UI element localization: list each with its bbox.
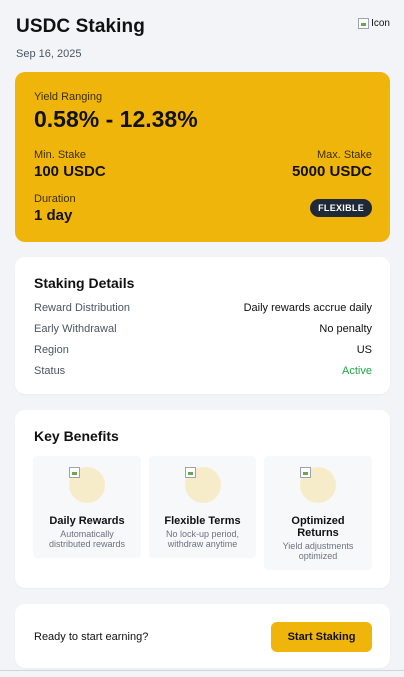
staking-details-card: Staking Details Reward Distribution Dail… xyxy=(15,257,390,394)
key-benefits-card: Key Benefits Daily Rewards Automatically… xyxy=(15,410,390,588)
header: USDC Staking Sep 16, 2025 Icon xyxy=(16,16,390,60)
details-value: No penalty xyxy=(319,323,372,335)
yield-label: Yield Ranging xyxy=(34,91,103,103)
details-value: US xyxy=(356,344,372,356)
benefit-daily-rewards: Daily Rewards Automatically distributed … xyxy=(33,456,141,558)
benefit-name: Flexible Terms xyxy=(164,515,241,527)
bottom-divider xyxy=(0,670,404,671)
details-key: Status xyxy=(34,365,66,377)
max-stake-value: 5000 USDC xyxy=(291,163,372,180)
min-stake-value: 100 USDC xyxy=(34,163,106,180)
benefit-desc: Yield adjustments optimized xyxy=(282,541,354,561)
benefit-icon-circle xyxy=(184,467,221,503)
duration-label: Duration xyxy=(34,193,76,205)
cta-text: Ready to start earning? xyxy=(34,631,149,643)
benefit-icon-circle xyxy=(300,467,336,503)
cta-card: Ready to start earning? Start Staking xyxy=(15,604,390,668)
benefit-flexible-terms: Flexible Terms No lock-up period, withdr… xyxy=(149,456,256,558)
page: USDC Staking Sep 16, 2025 Icon Yield Ran… xyxy=(0,0,404,677)
details-value: Daily rewards accrue daily xyxy=(243,302,372,314)
header-icon[interactable]: Icon xyxy=(358,18,390,29)
details-row: Status Active xyxy=(34,365,372,377)
details-key: Early Withdrawal xyxy=(34,323,117,335)
benefit-name: Optimized Returns xyxy=(291,515,345,539)
flexible-badge: FLEXIBLE xyxy=(310,199,372,217)
page-title: USDC Staking xyxy=(16,16,145,37)
status-active-value: Active xyxy=(342,365,372,377)
benefit-name: Daily Rewards xyxy=(49,515,125,527)
details-row: Region US xyxy=(34,344,372,356)
min-stake-label: Min. Stake xyxy=(34,149,86,161)
broken-image-icon xyxy=(300,467,311,478)
broken-image-icon xyxy=(69,467,80,478)
details-row: Reward Distribution Daily rewards accrue… xyxy=(34,302,372,314)
header-icon-alt: Icon xyxy=(371,18,390,29)
details-key: Reward Distribution xyxy=(34,302,130,314)
yield-card: Yield Ranging 0.58% - 12.38% Min. Stake … xyxy=(15,72,390,242)
start-staking-button[interactable]: Start Staking xyxy=(271,622,372,652)
benefit-icon-circle xyxy=(69,467,105,503)
key-benefits-title: Key Benefits xyxy=(34,428,119,444)
benefit-desc: No lock-up period, withdraw anytime xyxy=(165,529,240,549)
benefit-desc: Automatically distributed rewards xyxy=(48,529,126,549)
broken-image-icon xyxy=(358,18,370,29)
page-date: Sep 16, 2025 xyxy=(16,48,82,60)
max-stake-label: Max. Stake xyxy=(316,149,372,161)
details-row: Early Withdrawal No penalty xyxy=(34,323,372,335)
broken-image-icon xyxy=(184,467,196,478)
yield-range: 0.58% - 12.38% xyxy=(34,106,198,132)
details-key: Region xyxy=(34,344,69,356)
duration-value: 1 day xyxy=(34,207,73,224)
benefit-optimized-returns: Optimized Returns Yield adjustments opti… xyxy=(264,456,372,570)
staking-details-title: Staking Details xyxy=(34,275,135,291)
